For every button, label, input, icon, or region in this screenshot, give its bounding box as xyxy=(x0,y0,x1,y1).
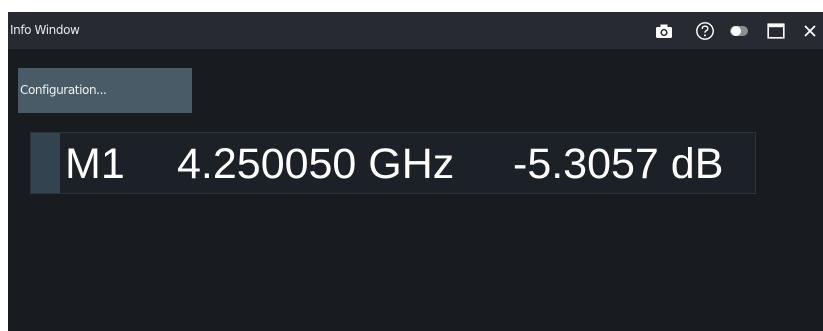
maximize-button[interactable] xyxy=(763,18,789,44)
info-window: Info Window Configuration... M1 4.250050… xyxy=(8,12,823,331)
marker-frequency: 4.250050 GHz xyxy=(177,140,455,188)
screenshot-button[interactable] xyxy=(651,18,677,44)
camera-icon xyxy=(656,24,672,38)
toggle-button[interactable] xyxy=(726,18,752,44)
marker-color-stripe xyxy=(31,133,60,193)
maximize-icon xyxy=(767,23,785,39)
title-bar[interactable]: Info Window xyxy=(8,12,823,49)
help-icon xyxy=(696,22,714,40)
marker-readout: M1 4.250050 GHz -5.3057 dB xyxy=(30,132,756,194)
close-button[interactable] xyxy=(797,18,823,44)
close-icon xyxy=(804,25,816,37)
marker-value: -5.3057 dB xyxy=(513,140,724,188)
help-button[interactable] xyxy=(692,18,718,44)
configuration-button[interactable]: Configuration... xyxy=(18,68,192,113)
toggle-icon xyxy=(730,26,748,36)
window-title: Info Window xyxy=(10,23,80,37)
marker-name: M1 xyxy=(65,140,125,188)
